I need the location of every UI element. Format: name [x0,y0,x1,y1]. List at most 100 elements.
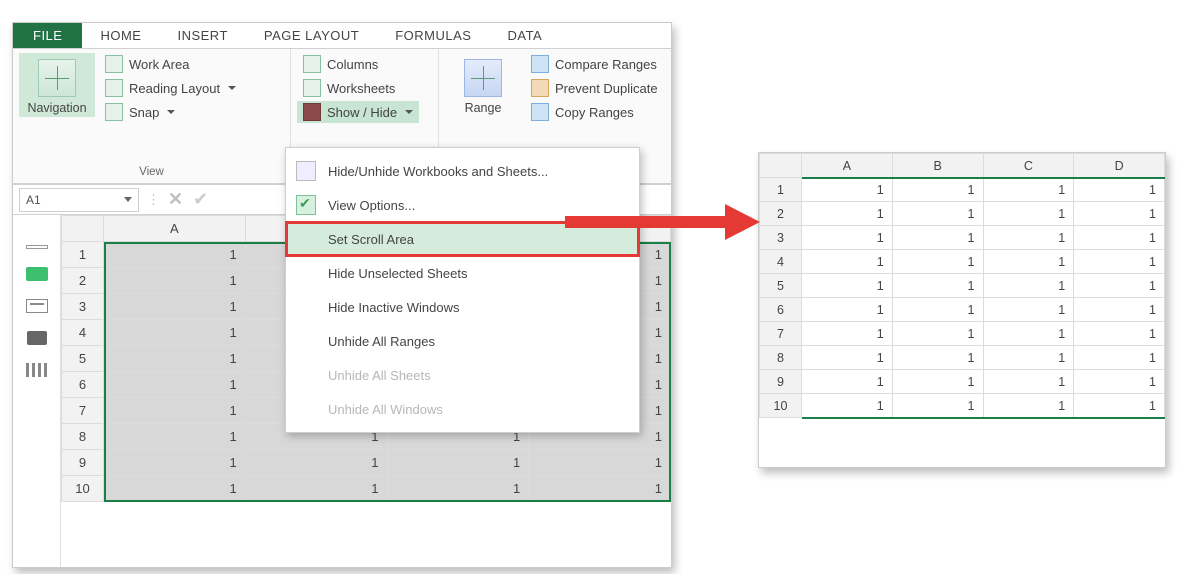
menu-hide-inactive-windows[interactable]: Hide Inactive Windows [286,290,639,324]
tab-data[interactable]: DATA [489,23,560,48]
cell[interactable]: 1 [802,298,893,322]
cell[interactable]: 1 [802,202,893,226]
cell[interactable]: 1 [892,226,983,250]
work-area-button[interactable]: Work Area [99,53,242,75]
range-button[interactable]: Range [445,53,521,121]
enter-icon[interactable]: ✔ [193,189,208,210]
cell[interactable]: 1 [802,250,893,274]
green-view-icon[interactable] [26,267,48,281]
page-layout-view-icon[interactable] [26,299,48,313]
cell[interactable]: 1 [892,250,983,274]
cell[interactable]: 1 [104,268,246,294]
cell[interactable]: 1 [1074,274,1165,298]
cell[interactable]: 1 [802,178,893,202]
custom-view-icon[interactable] [26,363,48,377]
row-header[interactable]: 5 [62,346,104,372]
cell[interactable]: 1 [245,450,387,476]
cell[interactable]: 1 [892,274,983,298]
cell[interactable]: 1 [892,394,983,418]
select-all-corner[interactable] [760,154,802,178]
cell[interactable]: 1 [892,322,983,346]
cell[interactable]: 1 [1074,370,1165,394]
cell[interactable]: 1 [983,346,1074,370]
cell[interactable]: 1 [1074,250,1165,274]
cell[interactable]: 1 [983,202,1074,226]
snap-button[interactable]: Snap [99,101,242,123]
cell[interactable]: 1 [892,298,983,322]
name-box[interactable]: A1 [19,188,139,212]
show-hide-button[interactable]: Show / Hide [297,101,419,123]
column-header[interactable]: A [104,216,246,242]
row-header[interactable]: 7 [760,322,802,346]
row-header[interactable]: 7 [62,398,104,424]
menu-unhide-all-ranges[interactable]: Unhide All Ranges [286,324,639,358]
cell[interactable]: 1 [1074,298,1165,322]
cell[interactable]: 1 [529,476,671,502]
cell[interactable]: 1 [802,394,893,418]
tab-formulas[interactable]: FORMULAS [377,23,489,48]
row-header[interactable]: 1 [760,178,802,202]
row-header[interactable]: 1 [62,242,104,268]
cell[interactable]: 1 [104,476,246,502]
cell[interactable]: 1 [1074,226,1165,250]
cell[interactable]: 1 [802,226,893,250]
cancel-icon[interactable]: ✕ [168,189,183,210]
row-header[interactable]: 8 [760,346,802,370]
cell[interactable]: 1 [104,450,246,476]
select-all-corner[interactable] [62,216,104,242]
menu-hide-unhide-workbooks[interactable]: Hide/Unhide Workbooks and Sheets... [286,154,639,188]
tab-insert[interactable]: INSERT [159,23,245,48]
column-header[interactable]: C [983,154,1074,178]
cell[interactable]: 1 [983,370,1074,394]
cell[interactable]: 1 [1074,202,1165,226]
row-header[interactable]: 6 [760,298,802,322]
columns-button[interactable]: Columns [297,53,419,75]
cell[interactable]: 1 [892,178,983,202]
row-header[interactable]: 6 [62,372,104,398]
column-header[interactable]: B [892,154,983,178]
menu-view-options[interactable]: View Options... [286,188,639,222]
compare-ranges-button[interactable]: Compare Ranges [525,53,664,75]
cell[interactable]: 1 [983,178,1074,202]
spreadsheet-right[interactable]: ABCD 11111211113111141111511116111171111… [759,153,1165,418]
cell[interactable]: 1 [1074,394,1165,418]
row-header[interactable]: 2 [760,202,802,226]
reading-layout-button[interactable]: Reading Layout [99,77,242,99]
cell[interactable]: 1 [892,346,983,370]
cell[interactable]: 1 [802,274,893,298]
row-header[interactable]: 8 [62,424,104,450]
row-header[interactable]: 9 [62,450,104,476]
cell[interactable]: 1 [983,250,1074,274]
cell[interactable]: 1 [104,398,246,424]
prevent-duplicate-button[interactable]: Prevent Duplicate [525,77,664,99]
row-header[interactable]: 10 [760,394,802,418]
row-header[interactable]: 3 [760,226,802,250]
tab-home[interactable]: HOME [82,23,159,48]
data-grid-right[interactable]: ABCD 11111211113111141111511116111171111… [759,153,1165,418]
normal-view-icon[interactable] [26,245,48,249]
page-break-view-icon[interactable] [27,331,47,345]
cell[interactable]: 1 [983,298,1074,322]
cell[interactable]: 1 [892,202,983,226]
navigation-button[interactable]: Navigation [19,53,95,117]
cell[interactable]: 1 [892,370,983,394]
row-header[interactable]: 4 [62,320,104,346]
cell[interactable]: 1 [802,322,893,346]
cell[interactable]: 1 [104,372,246,398]
cell[interactable]: 1 [104,242,246,268]
cell[interactable]: 1 [802,346,893,370]
tab-file[interactable]: FILE [13,23,82,48]
column-header[interactable]: D [1074,154,1165,178]
cell[interactable]: 1 [1074,178,1165,202]
row-header[interactable]: 5 [760,274,802,298]
cell[interactable]: 1 [104,294,246,320]
cell[interactable]: 1 [983,322,1074,346]
row-header[interactable]: 2 [62,268,104,294]
cell[interactable]: 1 [529,450,671,476]
cell[interactable]: 1 [983,226,1074,250]
menu-set-scroll-area[interactable]: Set Scroll Area [286,222,639,256]
column-header[interactable]: A [802,154,893,178]
worksheets-button[interactable]: Worksheets [297,77,419,99]
cell[interactable]: 1 [245,476,387,502]
tab-page-layout[interactable]: PAGE LAYOUT [246,23,377,48]
